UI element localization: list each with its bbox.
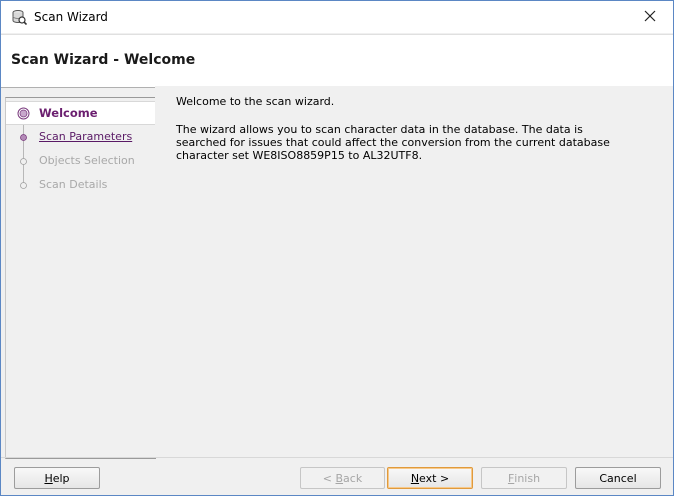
nav-item-welcome[interactable]: Welcome (6, 101, 155, 125)
wizard-header: Scan Wizard - Welcome (1, 34, 673, 88)
wizard-content: Welcome to the scan wizard. The wizard a… (155, 86, 673, 457)
button-mnemonic: N (410, 471, 420, 485)
help-button[interactable]: Help (14, 467, 100, 489)
nav-item-label: Objects Selection (39, 154, 135, 167)
button-mnemonic: B (335, 471, 344, 485)
button-label-suffix: ext > (419, 471, 450, 485)
nav-item-scan-parameters[interactable]: Scan Parameters (6, 126, 155, 148)
button-mnemonic: H (44, 471, 53, 485)
button-label-prefix: < (322, 471, 336, 485)
nav-item-label: Scan Details (39, 178, 108, 191)
page-title: Scan Wizard - Welcome (11, 52, 196, 68)
nav-item-label: Welcome (39, 106, 98, 120)
wizard-steps-nav: Welcome Scan Parameters Objects Selectio… (5, 97, 156, 459)
finish-button[interactable]: Finish (481, 467, 567, 489)
window-title: Scan Wizard (34, 10, 108, 24)
button-label-suffix: elp (52, 471, 70, 485)
intro-text: Welcome to the scan wizard. (176, 95, 335, 108)
cancel-button[interactable]: Cancel (575, 467, 661, 489)
current-step-icon (17, 107, 30, 120)
step-icon (17, 131, 30, 144)
button-label-suffix: ack (343, 471, 363, 485)
step-icon (17, 179, 30, 192)
nav-item-objects-selection: Objects Selection (6, 150, 155, 172)
button-label-suffix: Cancel (599, 471, 637, 485)
footer-divider (1, 457, 673, 458)
close-icon (644, 10, 656, 25)
button-label-suffix: inish (514, 471, 541, 485)
scan-wizard-window: Scan Wizard Scan Wizard - Welcome Welcom… (0, 0, 674, 496)
title-bar: Scan Wizard (1, 1, 673, 33)
nav-item-scan-details: Scan Details (6, 174, 155, 196)
scan-wizard-icon (11, 9, 28, 26)
nav-item-label[interactable]: Scan Parameters (39, 130, 132, 143)
close-button[interactable] (627, 1, 673, 33)
back-button[interactable]: < Back (300, 467, 385, 489)
next-button[interactable]: Next > (387, 467, 473, 489)
description-text: The wizard allows you to scan character … (176, 123, 610, 162)
step-icon (17, 155, 30, 168)
